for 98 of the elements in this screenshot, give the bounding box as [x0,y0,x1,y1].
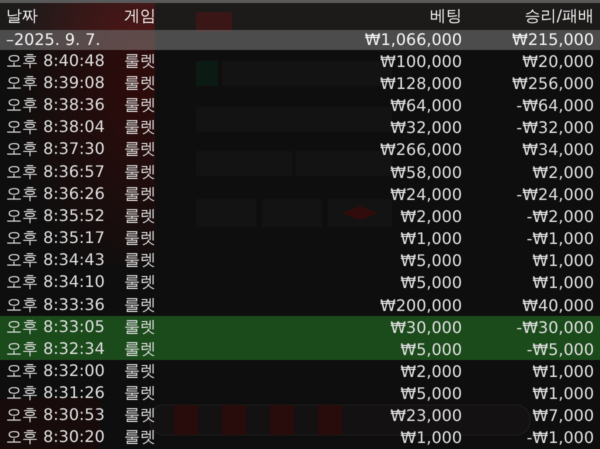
bet-cell-text: ₩266,000 [379,140,462,160]
result-cell-text: ₩1,000 [531,251,594,270]
bet-cell-text: ₩32,000 [389,118,462,138]
game-cell-text: 룰렛 [123,361,156,382]
result-cell-text: ₩40,000 [521,296,594,315]
result-cell-text: ₩2,000 [531,162,594,182]
bet-cell-text: ₩58,000 [389,162,462,182]
time-cell-text: 오후 8:33:05 [6,316,106,338]
history-row[interactable]: 오후 8:30:20 룰렛 ₩1,000 -₩1,000 [0,426,600,449]
date-label: –2025. 9. 7. [6,30,102,50]
history-row[interactable]: 오후 8:34:10 룰렛 ₩5,000 ₩1,000 [0,272,600,294]
result-cell-text: -₩1,000 [526,428,594,448]
time-cell-text: 오후 8:35:52 [6,206,106,227]
game-cell-text: 룰렛 [123,272,156,294]
result-cell-text: ₩1,000 [531,362,594,382]
highlighted-row[interactable]: 오후 8:32:34 룰렛 ₩5,000 -₩5,000 [0,338,600,360]
bet-cell-text: ₩2,000 [399,362,462,382]
time-cell-text: 오후 8:30:53 [6,405,106,426]
game-cell-text: 룰렛 [123,338,156,360]
column-header: 게임 [123,6,156,27]
history-row[interactable]: 오후 8:36:26 룰렛 ₩24,000 -₩24,000 [0,183,600,206]
time-cell-text: 오후 8:34:43 [6,250,106,272]
time-cell-text: 오후 8:37:30 [6,139,106,160]
bet-cell-text: ₩2,000 [399,206,462,226]
history-row[interactable]: 오후 8:39:08 룰렛 ₩128,000 ₩256,000 [0,72,600,95]
time-cell-text: 오후 8:32:00 [6,361,106,382]
result-cell-text: ₩1,000 [531,273,594,292]
game-cell-text: 룰렛 [123,383,156,404]
history-row[interactable]: 오후 8:40:48 룰렛 ₩100,000 ₩20,000 [0,50,600,72]
result-cell-text: ₩7,000 [531,406,594,426]
history-row[interactable]: 오후 8:35:17 룰렛 ₩1,000 -₩1,000 [0,228,600,250]
history-row[interactable]: 오후 8:37:30 룰렛 ₩266,000 ₩34,000 [0,138,600,162]
game-cell-text: 룰렛 [123,95,156,116]
time-cell-text: 오후 8:32:34 [6,338,106,360]
result-cell-text: -₩1,000 [526,229,594,248]
bet-cell-text: ₩64,000 [389,96,462,116]
game-cell-text: 룰렛 [123,427,156,448]
history-row[interactable]: 오후 8:31:26 룰렛 ₩5,000 ₩1,000 [0,382,600,405]
bet-cell-text: ₩5,000 [399,340,462,359]
bet-cell-text: ₩5,000 [399,273,462,292]
time-cell-text: 오후 8:36:57 [6,162,106,183]
column-header: 승리/패배 [524,6,594,27]
bet-cell-text: ₩128,000 [379,74,462,93]
time-cell-text: 오후 8:31:26 [6,383,106,404]
game-cell-text: 룰렛 [123,250,156,272]
bet-cell-text: ₩23,000 [389,406,462,426]
result-cell-text: ₩1,000 [531,384,594,404]
time-cell-text: 오후 8:39:08 [6,72,106,94]
result-cell-text: ₩20,000 [521,52,594,71]
result-cell-text: -₩24,000 [515,184,594,204]
result-cell-text: ₩34,000 [521,140,594,160]
column-header: 날짜 [6,6,39,27]
game-cell-text: 룰렛 [123,294,156,316]
history-row[interactable]: 오후 8:35:52 룰렛 ₩2,000 -₩2,000 [0,205,600,228]
result-cell-text: -₩64,000 [515,96,594,116]
history-row[interactable]: 오후 8:36:57 룰렛 ₩58,000 ₩2,000 [0,161,600,184]
history-row[interactable]: 오후 8:38:36 룰렛 ₩64,000 -₩64,000 [0,94,600,117]
history-row[interactable]: 오후 8:38:04 룰렛 ₩32,000 -₩32,000 [0,116,600,139]
history-row[interactable]: 오후 8:33:36 룰렛 ₩200,000 ₩40,000 [0,294,600,316]
time-cell-text: 오후 8:38:36 [6,95,106,116]
result-cell-text: -₩2,000 [526,206,594,226]
result-cell-text: ₩256,000 [511,74,594,93]
time-cell-text: 오후 8:36:26 [6,184,106,205]
history-row[interactable]: 오후 8:32:00 룰렛 ₩2,000 ₩1,000 [0,360,600,383]
result-cell-text: -₩32,000 [515,118,594,138]
game-cell-text: 룰렛 [123,50,156,72]
time-cell-text: 오후 8:40:48 [6,50,106,72]
column-header: 베팅 [429,6,462,27]
bet-cell-text: ₩30,000 [389,318,462,337]
bet-cell-text: ₩200,000 [379,296,462,315]
time-cell-text: 오후 8:33:36 [6,294,106,316]
bet-cell-text: ₩100,000 [379,52,462,71]
game-cell-text: 룰렛 [123,117,156,138]
bet-cell-text: ₩1,000 [399,428,462,448]
bet-cell-text: ₩1,000 [399,229,462,248]
bet-cell-text: ₩5,000 [399,251,462,270]
game-cell-text: 룰렛 [123,184,156,205]
game-cell-text: 룰렛 [123,405,156,426]
game-cell-text: 룰렛 [123,72,156,94]
game-cell-text: 룰렛 [123,316,156,338]
result-total: ₩215,000 [511,30,594,50]
game-cell-text: 룰렛 [123,228,156,250]
time-cell-text: 오후 8:30:20 [6,427,106,448]
time-cell-text: 오후 8:35:17 [6,228,106,250]
bet-cell-text: ₩5,000 [399,384,462,404]
bet-cell-text: ₩24,000 [389,184,462,204]
result-cell-text: -₩30,000 [515,318,594,337]
game-cell-text: 룰렛 [123,162,156,183]
bet-total: ₩1,066,000 [364,30,462,50]
result-cell-text: -₩5,000 [526,340,594,359]
time-cell-text: 오후 8:34:10 [6,272,106,294]
time-cell-text: 오후 8:38:04 [6,117,106,138]
date-group-row[interactable]: –2025. 9. 7. ₩1,066,000 ₩215,000 [0,30,600,50]
history-row[interactable]: 오후 8:34:43 룰렛 ₩5,000 ₩1,000 [0,250,600,272]
game-cell-text: 룰렛 [123,206,156,227]
history-row[interactable]: 오후 8:30:53 룰렛 ₩23,000 ₩7,000 [0,404,600,427]
game-cell-text: 룰렛 [123,139,156,160]
highlighted-row[interactable]: 오후 8:33:05 룰렛 ₩30,000 -₩30,000 [0,316,600,338]
